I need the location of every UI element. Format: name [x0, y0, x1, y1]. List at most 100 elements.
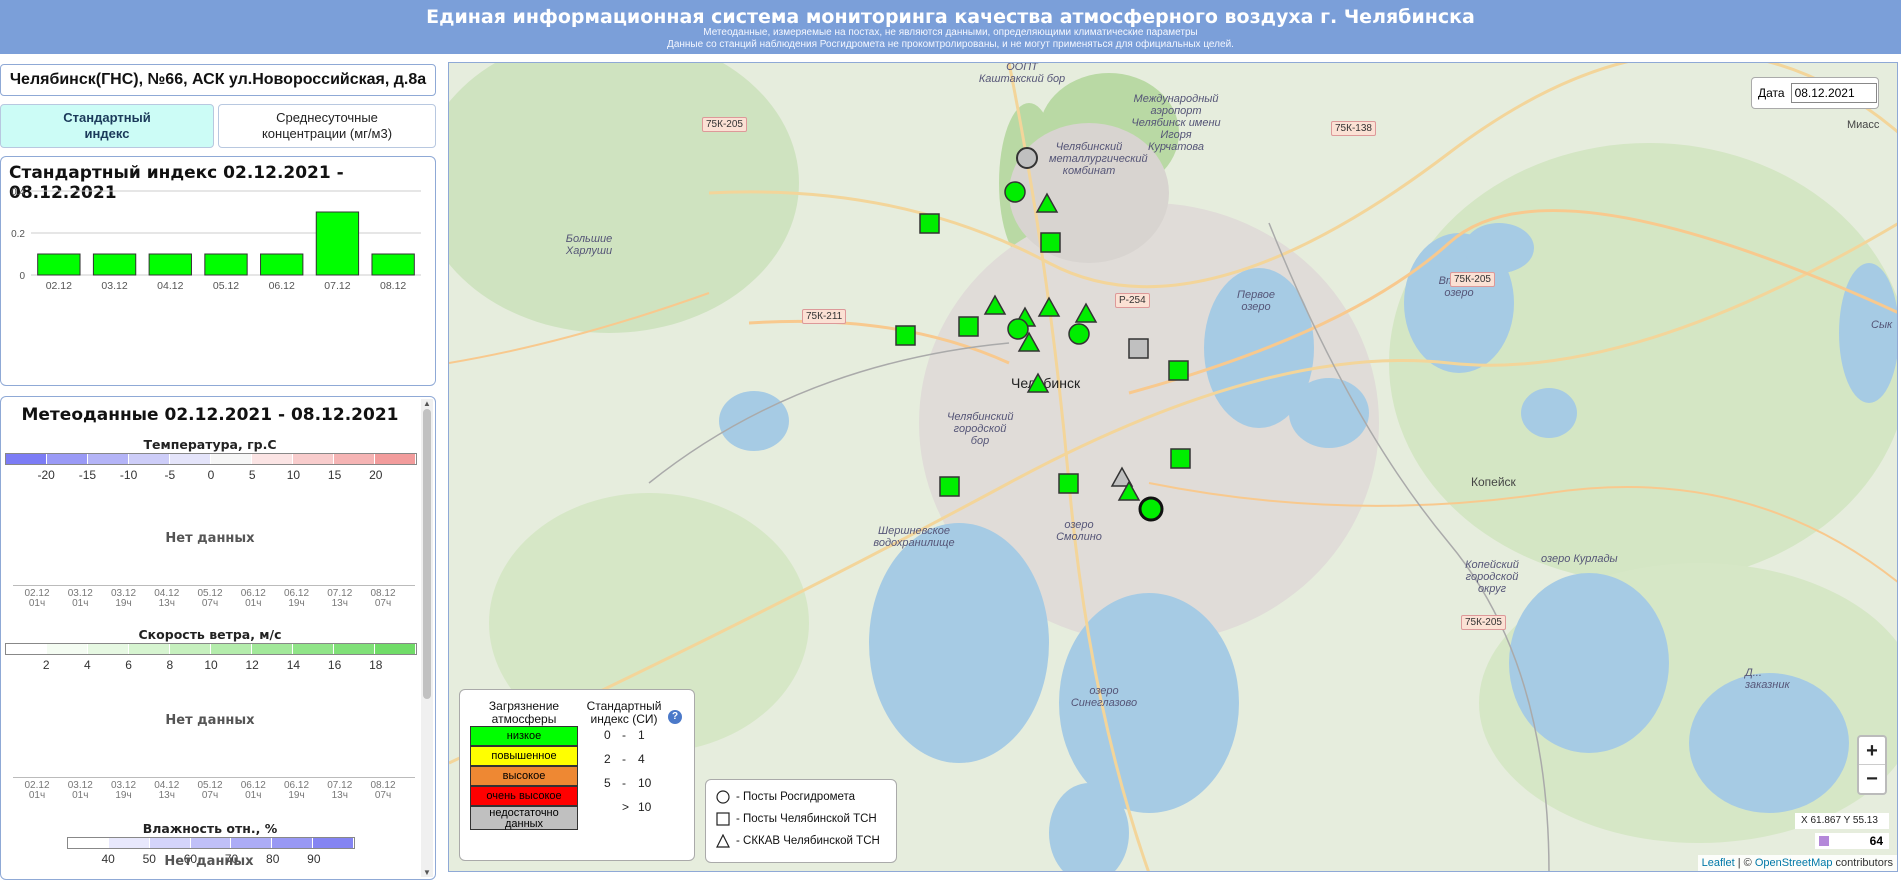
scale-cell [334, 644, 375, 654]
date-picker: Дата [1751, 77, 1879, 109]
scale-cell [149, 838, 191, 848]
wind-scale-labels: 2 4 6 8 10 12 14 16 18 [5, 658, 417, 672]
map-attribution: Leaflet | © OpenStreetMap contributors [1697, 855, 1897, 871]
page-subtitle-2: Данные со станций наблюдения Росгидромет… [667, 39, 1234, 50]
wind-axis-labels: 02.12 01ч 03.12 01ч 03.12 19ч 04.12 13ч 05.12 07ч… [1, 781, 419, 805]
osm-link[interactable]: OpenStreetMap [1755, 857, 1833, 869]
scale-cell [313, 838, 355, 848]
humidity-title: Влажность отн., % [142, 821, 278, 836]
station-circle [1007, 318, 1029, 340]
axis-tick-label: 02.12 01ч [24, 780, 50, 801]
x-tick-label: 08.12 [380, 280, 406, 292]
scale-cell [68, 838, 109, 848]
scale-cell [88, 644, 129, 654]
page-header: Единая информационная система мониторинг… [0, 0, 1901, 54]
station-square [1168, 360, 1189, 381]
index-bar [315, 211, 360, 276]
station-type-legend: - Посты Росгидромета - Посты Челябинской… [705, 779, 897, 863]
square-icon [716, 812, 730, 826]
scale-cell [272, 838, 314, 848]
legend-tsn: - Посты Челябинской ТСН [716, 812, 877, 826]
legend-level-high: высокое [470, 766, 578, 786]
station-circle [1004, 181, 1026, 203]
scale-cell [375, 454, 416, 464]
legend-level-no-data: недостаточно данных [470, 806, 578, 830]
triangle-icon [716, 834, 730, 848]
help-icon[interactable]: ? [668, 710, 682, 724]
axis-tick-label: 03.12 01ч [67, 588, 93, 609]
legend-range-high: 5 - 10 [604, 776, 664, 792]
axis-tick-label: 02.12 01ч [24, 588, 50, 609]
zoom-level-value: 64 [1869, 834, 1883, 848]
scale-cell [190, 838, 232, 848]
axis-tick-label: 06.12 01ч [240, 588, 266, 609]
scale-cell [334, 454, 375, 464]
scale-cell [211, 454, 252, 464]
legend-range-very-high: > 10 [604, 800, 664, 816]
scale-cell [6, 454, 47, 464]
scale-cell [129, 454, 170, 464]
scale-label: 10 [286, 468, 301, 482]
leaflet-link[interactable]: Leaflet [1702, 857, 1735, 869]
scale-label: -15 [78, 468, 97, 482]
scale-label: 10 [204, 658, 218, 672]
scale-label: 0 [207, 468, 215, 482]
scale-label: 4 [84, 658, 91, 672]
tab-standard-index[interactable]: Стандартный индекс [0, 104, 214, 148]
temperature-axis-labels: 02.12 01ч 03.12 01ч 03.12 19ч 04.12 13ч 05.12 07ч… [1, 589, 419, 613]
x-tick-label: 03.12 [101, 280, 127, 292]
station-square [1058, 473, 1079, 494]
scale-cell [211, 644, 252, 654]
scroll-up-icon[interactable]: ▲ [423, 399, 431, 408]
scroll-thumb[interactable] [423, 409, 431, 699]
x-tick-label: 07.12 [324, 280, 350, 292]
zoom-control: + − [1857, 735, 1887, 795]
scale-cell [293, 644, 334, 654]
temperature-axis [13, 585, 415, 586]
index-bar [92, 253, 137, 276]
station-square [939, 476, 960, 497]
tab-daily-concentrations[interactable]: Среднесуточные концентрации (мг/м3) [218, 104, 436, 148]
station-triangle [1026, 372, 1050, 393]
zoom-in-button[interactable]: + [1859, 737, 1885, 765]
axis-tick-label: 06.12 19ч [283, 588, 310, 609]
scale-label: 2 [42, 658, 50, 672]
wind-no-data: Нет данных [165, 713, 255, 728]
station-square [1040, 232, 1061, 253]
axis-tick-label: 03.12 19ч [110, 780, 137, 801]
range-from: 2 [604, 752, 611, 766]
scale-label: -10 [119, 468, 138, 482]
range-dash: - [622, 728, 626, 742]
range-dash: - [622, 752, 626, 766]
axis-tick-label: 03.12 19ч [110, 588, 137, 609]
legend-roshydromet: - Посты Росгидромета [716, 790, 855, 804]
station-square [895, 325, 916, 346]
meteo-panel: Метеоданные 02.12.2021 - 08.12.2021 Темп… [0, 396, 436, 880]
scroll-down-icon[interactable]: ▼ [423, 868, 431, 877]
scale-label: 5 [248, 468, 256, 482]
scale-cell [6, 644, 47, 654]
range-dash: - [622, 776, 626, 790]
station-triangle [1035, 192, 1059, 213]
attribution-separator: | © [1734, 857, 1755, 869]
legend-level-low: низкое [470, 726, 578, 746]
scale-cell [170, 454, 211, 464]
zoom-out-button[interactable]: − [1859, 765, 1885, 793]
legend-pollution-heading: Загрязнение атмосферы [488, 699, 560, 726]
range-to: 10 [638, 776, 652, 790]
x-tick-label: 06.12 [269, 280, 295, 292]
legend-range-low: 0 - 1 [604, 728, 664, 744]
legend-tsn-label: - Посты Челябинской ТСН [736, 813, 877, 825]
index-bar [260, 253, 304, 276]
map[interactable]: ООПТ Каштакский бор Международный аэропо… [448, 62, 1898, 872]
scale-cell [47, 454, 88, 464]
scale-label: 12 [245, 658, 259, 672]
scale-cell [170, 644, 211, 654]
date-input[interactable] [1790, 83, 1877, 103]
station-triangle [1037, 296, 1061, 317]
range-to: 1 [638, 728, 645, 742]
range-gt: > [622, 800, 630, 814]
y-tick-label: 0.4 [11, 187, 25, 198]
meteo-scrollbar[interactable]: ▲ ▼ [421, 399, 433, 877]
scale-cell [252, 454, 293, 464]
